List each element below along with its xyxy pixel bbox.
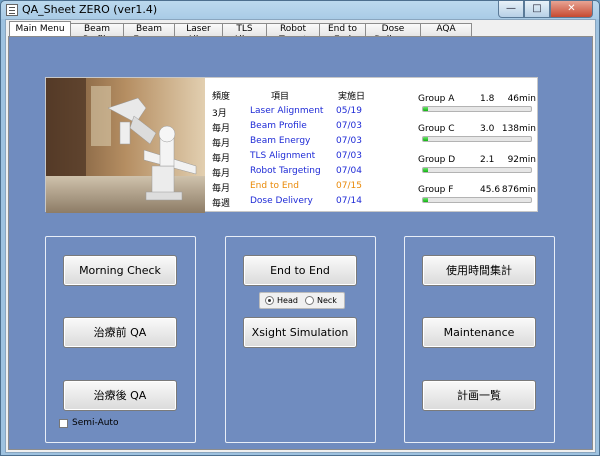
status-panel: 頻度 項目 実施日 3月 Laser Alignment 05/19 毎月 Be… [45, 77, 538, 213]
management-group-box: 使用時間集計 Maintenance 計画一覧 [404, 236, 555, 443]
group-minutes: 92min [507, 155, 536, 165]
client-area: Main Menu Beam Profile Beam Energy Laser… [5, 19, 596, 453]
schedule-freq: 毎週 [212, 199, 231, 209]
title-bar[interactable]: QA_Sheet ZERO (ver1.4) — □ ✕ [1, 1, 599, 19]
tab-laser-align[interactable]: Laser Align [174, 23, 223, 45]
schedule-freq: 毎月 [212, 139, 231, 149]
pre-treatment-qa-button[interactable]: 治療前 QA [63, 317, 177, 348]
radio-dot[interactable] [265, 296, 274, 305]
group-minutes: 876min [501, 185, 536, 195]
app-window: QA_Sheet ZERO (ver1.4) — □ ✕ Main Menu B… [0, 0, 600, 456]
group-progress-bar [422, 136, 532, 142]
semi-auto-checkbox[interactable]: Semi-Auto [59, 418, 118, 428]
schedule-freq: 毎月 [212, 184, 231, 194]
schedule-freq: 3月 [212, 109, 227, 119]
group-progress-bar [422, 197, 532, 203]
qa-group-box: Morning Check 治療前 QA 治療後 QA Semi-Auto [45, 236, 196, 443]
header-item: 項目 [271, 92, 290, 102]
group-minutes: 46min [507, 94, 536, 104]
tab-beam-profile[interactable]: Beam Profile [70, 23, 124, 45]
schedule-date: 07/15 [336, 181, 362, 191]
schedule-freq: 毎月 [212, 154, 231, 164]
end-to-end-button[interactable]: End to End [243, 255, 357, 286]
schedule-date: 07/03 [336, 136, 362, 146]
schedule-date: 07/04 [336, 166, 362, 176]
tab-tls-align[interactable]: TLS Align [222, 23, 267, 45]
neck-radio[interactable]: Neck [305, 295, 337, 306]
neck-label: Neck [317, 296, 337, 305]
window-title: QA_Sheet ZERO (ver1.4) [22, 3, 158, 16]
header-date: 実施日 [338, 92, 366, 102]
minimize-button[interactable]: — [498, 1, 524, 18]
semi-auto-label: Semi-Auto [72, 418, 119, 428]
tab-main-menu[interactable]: Main Menu [9, 21, 71, 36]
close-button[interactable]: ✕ [550, 1, 593, 18]
group-name: Group D [418, 155, 456, 165]
schedule-date: 05/19 [336, 106, 362, 116]
morning-check-button[interactable]: Morning Check [63, 255, 177, 286]
radio-dot[interactable] [305, 296, 314, 305]
tab-dose-delivery[interactable]: Dose Delivery [365, 23, 421, 45]
simulation-group-box: End to End Head Neck Xsight Simulation [225, 236, 376, 443]
plan-list-button[interactable]: 計画一覧 [422, 380, 536, 411]
schedule-date: 07/14 [336, 196, 362, 206]
schedule-item[interactable]: Beam Profile [250, 121, 307, 131]
schedule-item[interactable]: Beam Energy [250, 136, 310, 146]
target-radio-group: Head Neck [259, 292, 345, 309]
schedule-item[interactable]: End to End [250, 181, 299, 191]
schedule-item[interactable]: Robot Targeting [250, 166, 321, 176]
schedule-freq: 毎月 [212, 124, 231, 134]
tab-robot-target[interactable]: Robot Target [266, 23, 320, 45]
post-treatment-qa-button[interactable]: 治療後 QA [63, 380, 177, 411]
checkbox-box[interactable] [59, 418, 68, 428]
schedule-item[interactable]: Laser Alignment [250, 106, 323, 116]
group-progress-bar [422, 106, 532, 112]
maintenance-button[interactable]: Maintenance [422, 317, 536, 348]
tab-beam-energy[interactable]: Beam Energy [123, 23, 175, 45]
tab-strip: Main Menu Beam Profile Beam Energy Laser… [9, 21, 472, 45]
tab-end-to-end[interactable]: End to End [319, 23, 366, 45]
group-name: Group A [418, 94, 455, 104]
tab-aqa[interactable]: AQA [420, 23, 472, 36]
xsight-simulation-button[interactable]: Xsight Simulation [243, 317, 357, 348]
schedule-date: 07/03 [336, 151, 362, 161]
schedule-freq: 毎月 [212, 169, 231, 179]
maximize-button[interactable]: □ [524, 1, 550, 18]
schedule-item[interactable]: TLS Alignment [250, 151, 315, 161]
app-icon [6, 4, 18, 16]
head-label: Head [277, 296, 298, 305]
group-name: Group C [418, 124, 455, 134]
main-menu-panel: 頻度 項目 実施日 3月 Laser Alignment 05/19 毎月 Be… [8, 36, 593, 450]
header-frequency: 頻度 [212, 92, 231, 102]
usage-time-button[interactable]: 使用時間集計 [422, 255, 536, 286]
head-radio[interactable]: Head [265, 295, 298, 306]
group-name: Group F [418, 185, 454, 195]
group-progress-bar [422, 167, 532, 173]
schedule-item[interactable]: Dose Delivery [250, 196, 313, 206]
cyberknife-photo [46, 78, 205, 213]
schedule-date: 07/03 [336, 121, 362, 131]
group-minutes: 138min [501, 124, 536, 134]
